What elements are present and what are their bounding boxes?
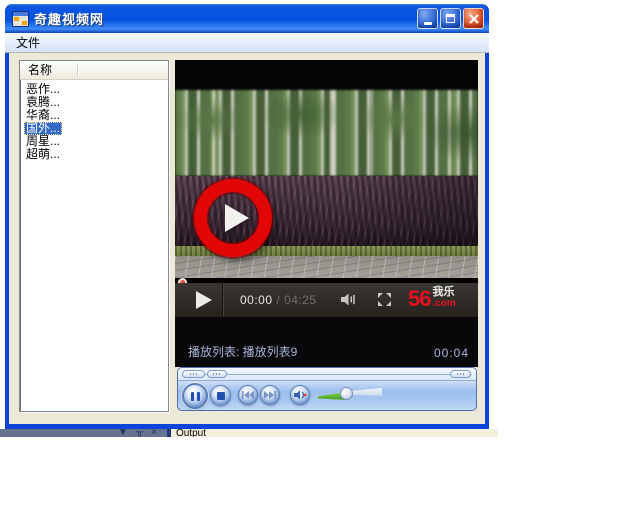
close-panel-icon[interactable]: ×	[151, 429, 157, 437]
previous-icon	[242, 391, 254, 399]
panel-tab-area: Output	[171, 429, 498, 437]
player-control-bar: 00:00 / 04:25 56 我乐 .com	[175, 283, 478, 317]
seek-thumb-secondary[interactable]	[207, 370, 227, 378]
big-play-button[interactable]	[194, 179, 272, 257]
panel-buttons: ▼ ╥ ×	[118, 429, 157, 437]
scene-trees	[175, 90, 478, 176]
stop-button[interactable]	[210, 385, 231, 406]
video-player: 00:00 / 04:25 56 我乐 .com 播放列表: 播放列表9 00:…	[175, 60, 478, 367]
app-icon	[12, 10, 29, 27]
close-icon	[468, 13, 479, 24]
next-button[interactable]	[260, 385, 280, 405]
minimize-button[interactable]	[417, 8, 438, 29]
time-current: 00:00	[240, 293, 273, 307]
screenshot-canvas: 奇趣视频网 文件 名称 恶作... 袁腾... 华裔... 国外... 周星..…	[0, 0, 640, 512]
menu-item-file[interactable]: 文件	[5, 34, 48, 51]
play-button[interactable]	[196, 291, 212, 309]
time-total: 04:25	[284, 293, 317, 307]
volume-slider[interactable]	[318, 386, 388, 404]
mute-icon	[293, 390, 306, 400]
dropdown-icon[interactable]: ▼	[118, 429, 128, 437]
letterbox-top	[175, 60, 478, 90]
media-control-bar	[177, 367, 477, 411]
column-divider[interactable]	[77, 63, 78, 77]
wmp-seek-bar[interactable]	[178, 368, 476, 381]
close-button[interactable]	[463, 8, 484, 29]
background-panel-strip: ▼ ╥ × Output	[0, 429, 640, 437]
caption-buttons	[417, 8, 484, 29]
panel-titlebar: ▼ ╥ ×	[0, 429, 167, 437]
volume-knob[interactable]	[340, 387, 353, 400]
playlist-label: 播放列表: 播放列表9	[188, 345, 298, 359]
time-display: 00:00 / 04:25	[240, 293, 317, 307]
minimize-icon	[423, 22, 432, 25]
list-item-label: 超萌...	[26, 147, 61, 161]
titlebar[interactable]: 奇趣视频网	[5, 4, 489, 33]
video-listview[interactable]: 名称 恶作... 袁腾... 华裔... 国外... 周星... 超萌...	[19, 60, 169, 412]
maximize-icon	[446, 14, 455, 23]
fullscreen-icon	[378, 293, 391, 306]
play-icon	[225, 204, 249, 232]
seek-end-cap[interactable]	[450, 370, 471, 378]
logo-tld: .com	[432, 298, 456, 309]
pin-icon[interactable]: ╥	[136, 429, 143, 437]
list-rows: 恶作... 袁腾... 华裔... 国外... 周星... 超萌...	[20, 80, 168, 161]
window-title: 奇趣视频网	[34, 12, 105, 27]
next-icon	[264, 391, 276, 399]
volume-icon	[341, 293, 355, 306]
logo-text-column: 我乐 .com	[432, 286, 455, 309]
logo-slogan: 我乐	[432, 286, 455, 298]
scene-pavement	[175, 256, 478, 278]
pause-button[interactable]	[182, 383, 208, 409]
list-header-label: 名称	[28, 63, 53, 77]
site-logo[interactable]: 56 我乐 .com	[408, 286, 456, 312]
stop-icon	[216, 391, 225, 400]
logo-number: 56	[408, 286, 432, 311]
list-header[interactable]: 名称	[20, 61, 168, 80]
previous-button[interactable]	[238, 385, 258, 405]
maximize-button[interactable]	[440, 8, 461, 29]
playlist-time: 00:04	[433, 346, 469, 360]
time-separator: /	[276, 293, 281, 307]
output-tab-label: Output	[176, 429, 207, 437]
divider	[222, 283, 223, 317]
fullscreen-button[interactable]	[378, 293, 391, 306]
mute-button[interactable]	[290, 385, 310, 405]
volume-button[interactable]	[341, 293, 356, 306]
menu-bar: 文件	[5, 33, 489, 53]
pause-icon	[190, 391, 200, 401]
playlist-info-bar: 播放列表: 播放列表9 00:04	[175, 317, 478, 367]
list-item[interactable]: 超萌...	[20, 148, 168, 161]
seek-thumb[interactable]	[182, 370, 205, 378]
